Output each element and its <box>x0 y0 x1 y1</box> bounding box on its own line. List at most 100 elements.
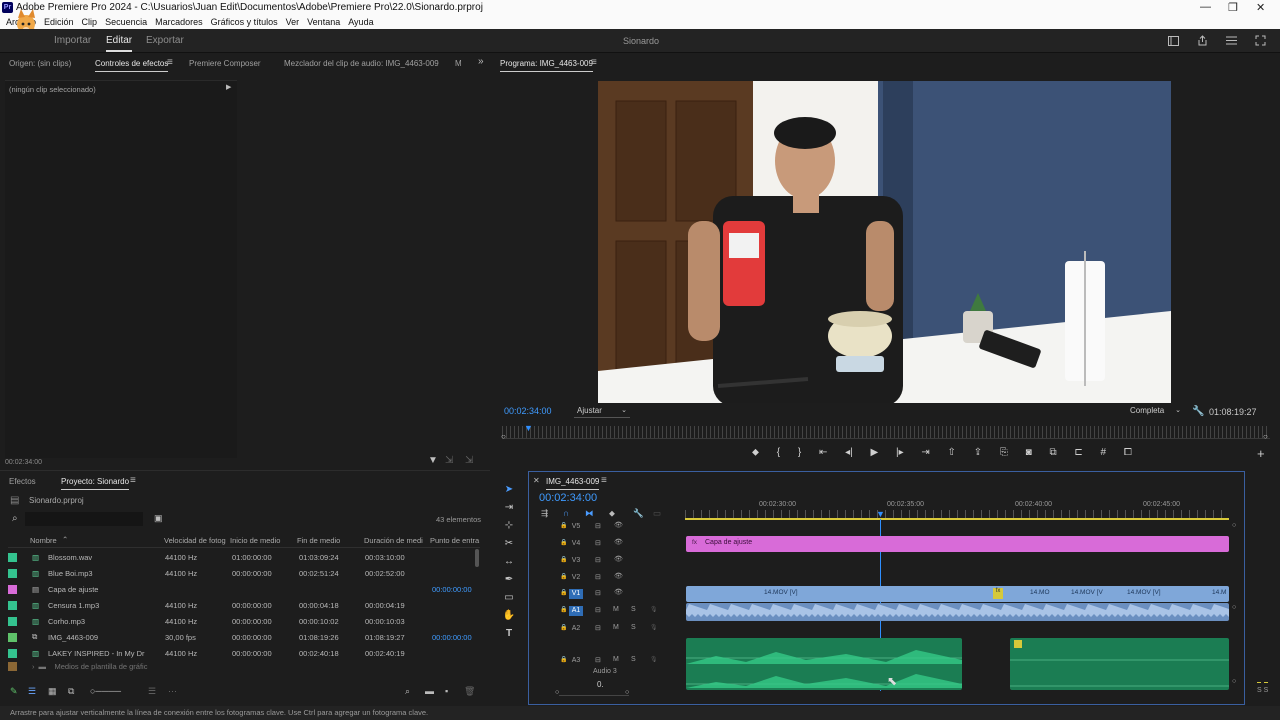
project-search-input[interactable] <box>25 512 143 526</box>
fx-keyframe-icon[interactable]: fx <box>993 588 1003 599</box>
linked-selection-icon[interactable]: ⧓ <box>585 508 594 519</box>
adjustment-layer-clip[interactable]: fx Capa de ajuste <box>686 536 1229 552</box>
tab-project[interactable]: Proyecto: Sionardo <box>61 477 130 490</box>
minimize-button[interactable]: — <box>1200 1 1211 13</box>
mute-button[interactable]: M <box>613 656 619 663</box>
pen-tool-icon[interactable]: ✒ <box>502 574 516 585</box>
panel-overflow-icon[interactable]: » <box>478 56 484 67</box>
eye-icon[interactable]: 👁 <box>614 572 623 580</box>
mic-icon[interactable]: 🎙 <box>650 624 658 631</box>
list-item[interactable]: ▥ Corho.mp3 44100 Hz 00:00:00:00 00:00:10:02… <box>8 613 478 629</box>
track-target-v5[interactable]: V5 <box>569 522 583 532</box>
find-icon[interactable]: ⌕ <box>405 686 410 697</box>
trim-icon[interactable]: ⊏ <box>1074 447 1082 463</box>
captions-icon[interactable]: ▭ <box>653 508 661 519</box>
import-tab[interactable]: Importar <box>54 35 91 46</box>
program-playhead-icon[interactable]: ▼ <box>524 423 533 433</box>
track-target-v2[interactable]: V2 <box>569 573 583 583</box>
type-tool-icon[interactable]: T <box>502 628 516 639</box>
timeline-timecode[interactable]: 00:02:34:00 <box>539 492 597 504</box>
menu-ayuda[interactable]: Ayuda <box>348 17 373 27</box>
list-item[interactable]: ⧉ IMG_4463-009 30,00 fps 00:00:00:00 01:08:1… <box>8 629 478 645</box>
mute-button[interactable]: M <box>613 624 619 631</box>
list-view-icon[interactable]: ☰ <box>28 686 36 697</box>
track-select-tool-icon[interactable]: ⇥ <box>502 502 516 513</box>
track-target-a3[interactable]: A3 <box>569 656 583 666</box>
sort-icon[interactable]: ☰ <box>148 686 156 697</box>
panel-menu-icon[interactable]: ≡ <box>167 57 173 68</box>
track-target-a2[interactable]: A2 <box>569 624 583 634</box>
col-end[interactable]: Fin de medio <box>297 536 340 545</box>
selection-tool-icon[interactable]: ➤ <box>502 484 516 495</box>
menu-graficos[interactable]: Gráficos y títulos <box>211 17 278 27</box>
sync-lock-icon[interactable]: ⊟ <box>595 573 601 581</box>
label-color-swatch[interactable] <box>8 648 17 658</box>
volume-value[interactable]: 0. <box>597 680 604 689</box>
track-scroll-handle[interactable]: ○ <box>1232 604 1236 611</box>
mark-out-icon[interactable]: } <box>798 447 801 463</box>
pencil-icon[interactable]: ✎ <box>10 686 18 697</box>
menu-lines-icon[interactable] <box>1226 36 1237 45</box>
extract-icon[interactable]: ⇪ <box>974 447 982 463</box>
a3-music-clip-1[interactable] <box>686 638 962 690</box>
zoom-slider-icon[interactable]: ○──── <box>90 686 121 696</box>
list-item[interactable]: ▥ Blossom.wav 44100 Hz 01:00:00:00 01:03:09:… <box>8 549 478 565</box>
fullscreen-icon[interactable] <box>1255 35 1266 46</box>
play-icon[interactable]: ▶ <box>871 447 879 463</box>
track-target-v4[interactable]: V4 <box>569 539 583 549</box>
v1-video-clips[interactable]: 14.MOV [V] fx 14.MO 14.MOV [V 14.MOV [V]… <box>686 586 1229 602</box>
sync-lock-icon[interactable]: ⊟ <box>595 606 601 614</box>
hand-tool-icon[interactable]: ✋ <box>502 610 516 621</box>
col-start[interactable]: Inicio de medio <box>230 536 280 545</box>
eye-icon[interactable]: 👁 <box>614 555 623 563</box>
export-tab[interactable]: Exportar <box>146 35 184 46</box>
label-color-swatch[interactable] <box>8 552 17 562</box>
project-menu-icon[interactable]: ≡ <box>130 475 136 486</box>
rectangle-tool-icon[interactable]: ▭ <box>502 592 516 603</box>
export-frame-icon[interactable]: ⇲ <box>445 455 453 466</box>
menu-ventana[interactable]: Ventana <box>307 17 340 27</box>
lock-icon[interactable]: 🔒 <box>560 573 567 580</box>
new-bin-icon[interactable]: ▣ <box>154 513 163 524</box>
video-frame[interactable] <box>598 81 1171 403</box>
track-target-a1[interactable]: A1 <box>569 606 583 616</box>
menu-secuencia[interactable]: Secuencia <box>105 17 147 27</box>
slip-tool-icon[interactable]: ↔ <box>502 556 516 567</box>
menu-ver[interactable]: Ver <box>286 17 300 27</box>
label-color-swatch[interactable] <box>8 568 17 578</box>
camera-icon[interactable]: ◙ <box>1026 447 1032 463</box>
workspaces-icon[interactable] <box>1168 36 1179 46</box>
go-to-in-icon[interactable]: ⇤ <box>819 447 827 463</box>
lock-icon[interactable]: 🔒 <box>560 589 567 596</box>
eye-icon[interactable]: 👁 <box>614 538 623 546</box>
new-folder-icon[interactable]: ▬ <box>425 686 434 696</box>
render-icon[interactable]: ⇲ <box>465 455 473 466</box>
tab-effect-controls[interactable]: Controles de efectos <box>95 59 169 72</box>
ruler-start-handle[interactable]: ○ <box>501 432 506 441</box>
solo-button[interactable]: S <box>631 624 636 631</box>
a3-music-clip-2[interactable] <box>1010 638 1229 690</box>
sequence-tab[interactable]: IMG_4463-009 <box>546 477 600 490</box>
step-forward-icon[interactable]: |▸ <box>896 447 904 463</box>
tab-premiere-composer[interactable]: Premiere Composer <box>189 59 261 68</box>
timeline-settings-icon[interactable]: 🔧 <box>633 508 644 519</box>
new-item-icon[interactable]: ▪ <box>445 686 448 696</box>
razor-tool-icon[interactable]: ✂ <box>502 538 516 549</box>
program-tab[interactable]: Programa: IMG_4463-009 <box>500 59 593 72</box>
mute-button[interactable]: M <box>613 606 619 613</box>
mark-in-icon[interactable]: { <box>777 447 780 463</box>
timeline-ruler[interactable]: 00:02:30:00 00:02:35:00 00:02:40:00 00:0… <box>685 496 1229 522</box>
timeline-playhead-icon[interactable]: ▼ <box>876 509 885 519</box>
grid-icon[interactable]: # <box>1101 447 1107 463</box>
share-icon[interactable] <box>1197 35 1208 46</box>
list-item[interactable]: ▥ Blue Boi.mp3 44100 Hz 00:00:00:00 00:02:51… <box>8 565 478 581</box>
label-color-swatch[interactable] <box>8 584 17 594</box>
go-to-out-icon[interactable]: ⇥ <box>921 447 929 463</box>
lock-icon[interactable]: 🔒 <box>560 656 567 663</box>
program-menu-icon[interactable]: ≡ <box>591 57 597 68</box>
label-color-swatch[interactable] <box>8 661 17 671</box>
tab-source[interactable]: Origen: (sin clips) <box>9 59 71 68</box>
restore-button[interactable]: ❐ <box>1228 1 1238 14</box>
lock-icon[interactable]: 🔒 <box>560 624 567 631</box>
list-item[interactable]: › ▬ Medios de plantilla de gráfic <box>8 661 478 671</box>
